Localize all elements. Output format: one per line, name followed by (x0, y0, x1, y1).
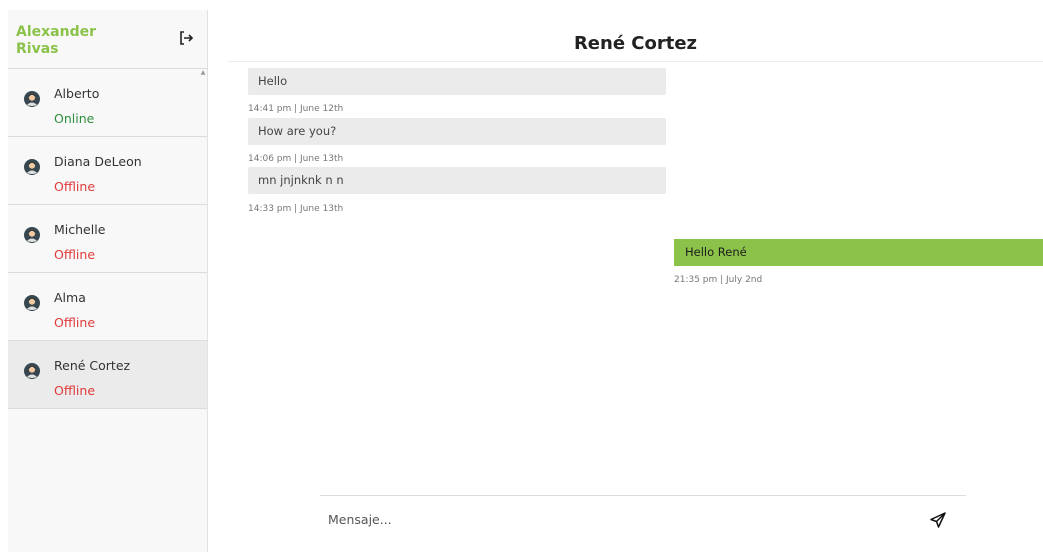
contact-item[interactable]: Alberto Online (8, 69, 207, 137)
message-input[interactable] (328, 508, 888, 530)
contact-list: ▲ Alberto Online Diana DeLeon Offline Mi… (8, 69, 207, 409)
outgoing-message: Hello René (674, 239, 1043, 266)
title-divider (228, 61, 1043, 62)
contact-status: Offline (54, 179, 96, 194)
user-avatar-icon (24, 363, 40, 379)
contact-item-selected[interactable]: René Cortez Offline (8, 341, 207, 409)
logout-icon[interactable] (178, 30, 194, 46)
user-avatar-icon (24, 91, 40, 107)
message-timestamp: 21:35 pm | July 2nd (674, 275, 763, 285)
message-timestamp: 14:41 pm | June 12th (248, 104, 344, 114)
send-icon[interactable] (930, 512, 946, 528)
contact-status: Offline (54, 315, 96, 330)
message-timestamp: 14:06 pm | June 13th (248, 154, 344, 164)
contact-name: Alma (54, 290, 86, 305)
user-avatar-icon (24, 159, 40, 175)
contact-name: René Cortez (54, 358, 131, 373)
incoming-message: mn jnjnknk n n (248, 167, 666, 194)
contact-name: Alberto (54, 86, 100, 101)
contact-status: Offline (54, 247, 96, 262)
user-avatar-icon (24, 295, 40, 311)
message-timestamp: 14:33 pm | June 13th (248, 204, 344, 214)
contact-status: Online (54, 111, 95, 126)
contact-status: Offline (54, 383, 96, 398)
current-user-name: Alexander Rivas (16, 24, 96, 57)
incoming-message: Hello (248, 68, 666, 95)
contact-item[interactable]: Alma Offline (8, 273, 207, 341)
sidebar: Alexander Rivas ▲ Alberto Online Diana D… (8, 10, 208, 552)
contact-item[interactable]: Michelle Offline (8, 205, 207, 273)
contact-item[interactable]: Diana DeLeon Offline (8, 137, 207, 205)
composer-divider (320, 495, 966, 496)
contact-name: Michelle (54, 222, 106, 237)
incoming-message: How are you? (248, 118, 666, 145)
chat-panel: René Cortez Hello 14:41 pm | June 12th H… (228, 0, 1043, 552)
user-avatar-icon (24, 227, 40, 243)
chat-title: René Cortez (573, 33, 698, 54)
sidebar-header: Alexander Rivas (8, 10, 207, 69)
contact-name: Diana DeLeon (54, 154, 142, 169)
